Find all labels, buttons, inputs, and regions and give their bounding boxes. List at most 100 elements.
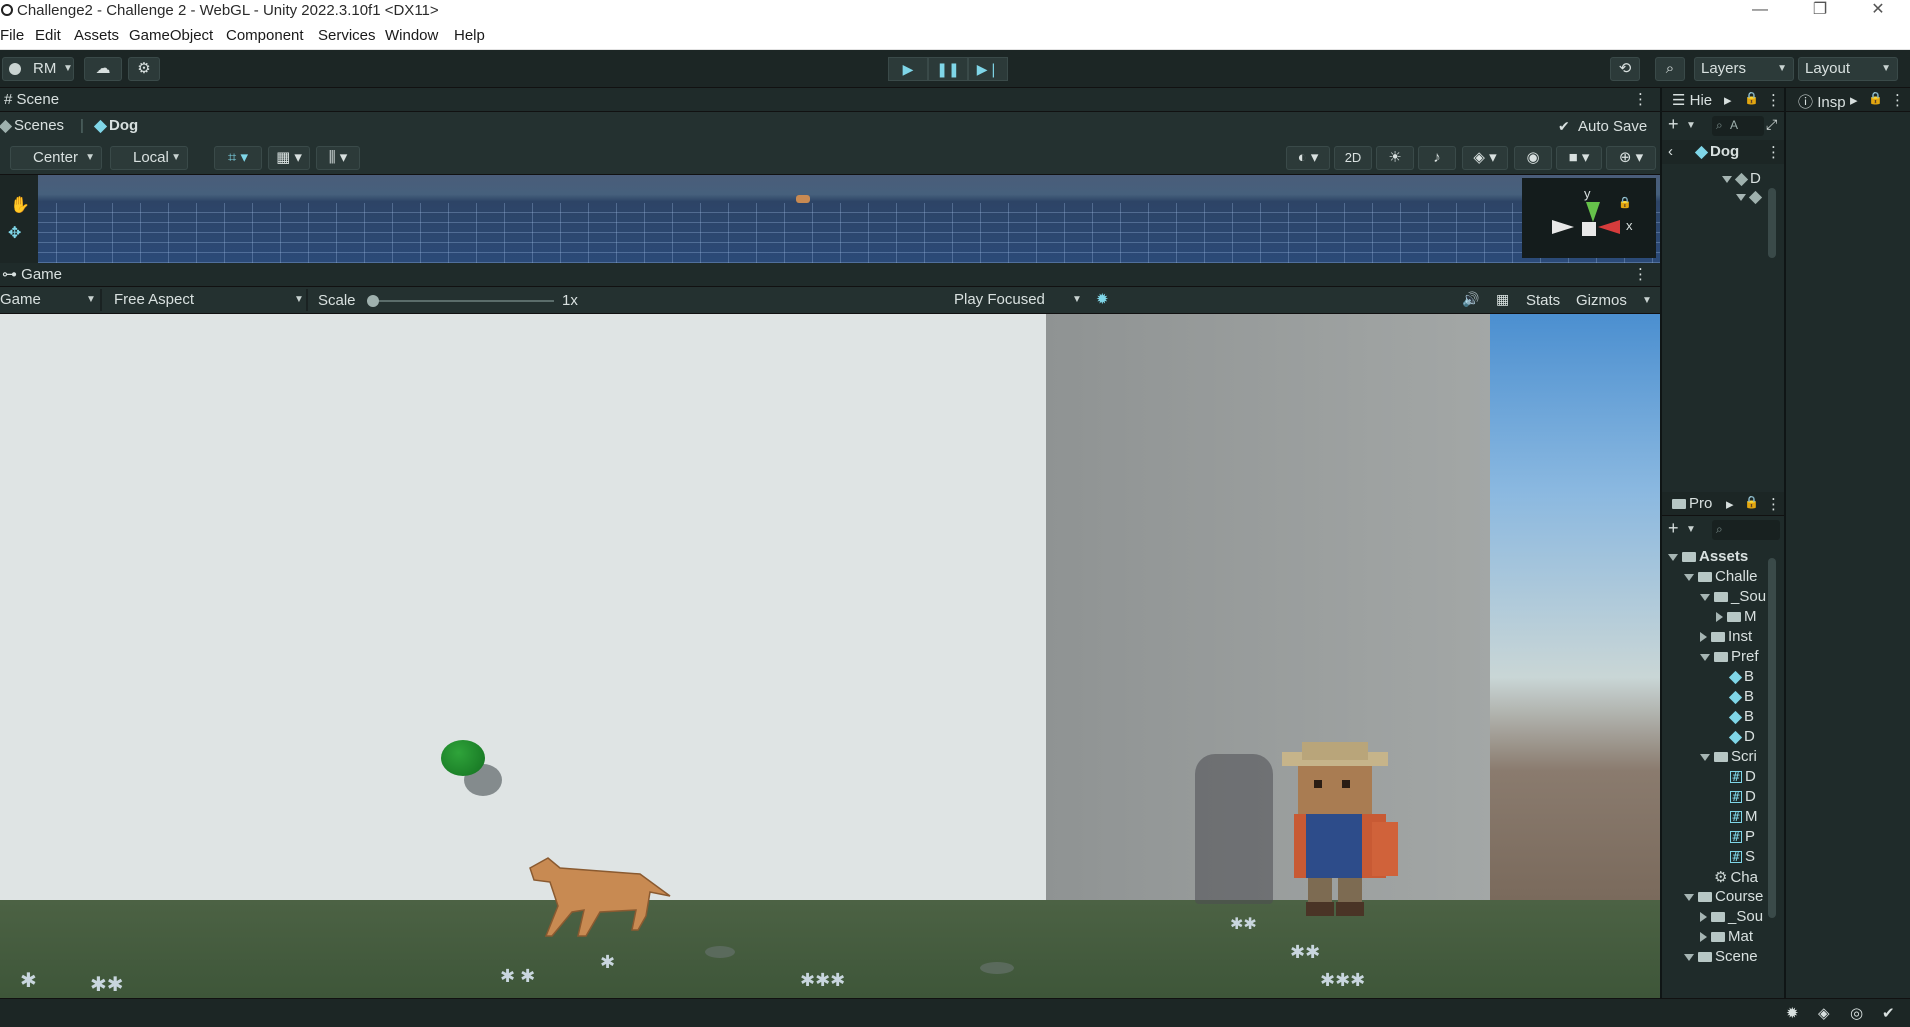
cache-icon[interactable]: ◎ [1850, 1004, 1863, 1022]
increment-snap-button[interactable]: ⫼ ▾ [316, 146, 360, 170]
play-mode-dropdown[interactable]: Play Focused [954, 291, 1045, 308]
gizmos-button[interactable]: Gizmos [1576, 292, 1627, 309]
pivot-dropdown[interactable]: Center ▼ [10, 146, 102, 170]
green-ball[interactable] [441, 740, 485, 776]
hierarchy-item[interactable] [1736, 188, 1764, 205]
account-dropdown[interactable]: RM ▼ [2, 57, 74, 81]
scene-viewport[interactable]: ✋ ✥ [0, 175, 1660, 263]
tab-hierarchy[interactable]: ☰ Hie [1672, 91, 1712, 109]
tab-scene[interactable]: # Scene [4, 88, 59, 112]
dog-object[interactable] [796, 195, 810, 203]
project-item[interactable]: _Sou [1700, 588, 1766, 605]
pause-button[interactable]: ❚❚ [928, 57, 968, 81]
gizmo-neg-x-axis[interactable] [1552, 220, 1574, 234]
menu-edit[interactable]: Edit [35, 27, 61, 44]
project-scrollbar[interactable] [1768, 558, 1776, 918]
breadcrumb-root[interactable]: Scenes [0, 117, 64, 134]
project-item[interactable]: B [1716, 668, 1754, 685]
camera-button[interactable]: ■ ▾ [1556, 146, 1602, 170]
grid-stats-icon[interactable]: ▦ [1496, 291, 1509, 308]
space-dropdown[interactable]: Local ▼ [110, 146, 188, 170]
speaker-icon[interactable]: 🔊 [1462, 291, 1479, 308]
create-button[interactable]: + [1668, 518, 1679, 539]
gizmo-x-axis[interactable] [1598, 220, 1620, 234]
auto-save-checkbox[interactable]: ✔ [1558, 118, 1570, 135]
aspect-dropdown[interactable]: Free Aspect [114, 291, 194, 308]
layers-dropdown[interactable]: Layers ▼ [1694, 57, 1794, 81]
more-options-icon[interactable]: ⋮ [1633, 265, 1648, 283]
project-item[interactable]: # P [1716, 828, 1755, 845]
project-item[interactable]: # D [1716, 768, 1756, 785]
project-item[interactable]: Mat [1700, 928, 1753, 945]
tab-project[interactable]: Pro [1672, 495, 1712, 512]
chevron-right-icon[interactable]: ▸ [1850, 91, 1858, 109]
menu-gameobject[interactable]: GameObject [129, 27, 213, 44]
scale-slider-handle[interactable] [367, 295, 379, 307]
project-item[interactable]: # M [1716, 808, 1758, 825]
menu-assets[interactable]: Assets [74, 27, 119, 44]
hierarchy-item[interactable]: D [1722, 170, 1761, 187]
lock-icon[interactable]: 🔒 [1868, 91, 1883, 105]
breadcrumb-current[interactable]: Dog [93, 117, 138, 134]
hidden-objects-toggle[interactable]: ◉ [1514, 146, 1552, 170]
project-item[interactable]: ⚙ Cha [1700, 868, 1758, 886]
gizmo-center-cube[interactable] [1582, 222, 1596, 236]
lock-icon[interactable]: 🔒 [1744, 495, 1759, 509]
hierarchy-scrollbar[interactable] [1768, 188, 1776, 258]
layout-dropdown[interactable]: Layout ▼ [1798, 57, 1898, 81]
close-button[interactable]: ✕ [1858, 0, 1898, 22]
project-item[interactable]: Scri [1700, 748, 1757, 765]
hierarchy-search-input[interactable]: ⌕ A [1712, 116, 1764, 136]
search-button[interactable]: ⌕ [1655, 57, 1685, 81]
gizmo-y-axis[interactable] [1586, 202, 1600, 222]
more-options-icon[interactable]: ⋮ [1633, 90, 1648, 108]
stats-button[interactable]: Stats [1526, 292, 1560, 309]
chevron-right-icon[interactable]: ▸ [1726, 495, 1734, 513]
game-viewport[interactable]: ✱ ✱✱ ✱ ✱ ✱ ✱✱✱ ✱✱ ✱✱ ✱✱✱ [0, 314, 1660, 998]
collab-button[interactable]: ⚙ [128, 57, 160, 81]
menu-help[interactable]: Help [454, 27, 485, 44]
project-item[interactable]: Inst [1700, 628, 1752, 645]
project-item[interactable]: D [1716, 728, 1755, 745]
layers-icon[interactable]: ◈ [1818, 1004, 1830, 1022]
more-options-icon[interactable]: ⋮ [1766, 91, 1781, 109]
lighting-toggle[interactable]: ☀ [1376, 146, 1414, 170]
step-button[interactable]: ▶❘ [968, 57, 1008, 81]
2d-toggle[interactable]: 2D [1334, 146, 1372, 170]
debug-icon[interactable]: ✹ [1786, 1004, 1799, 1022]
cloud-button[interactable]: ☁ [84, 57, 122, 81]
check-icon[interactable]: ✔ [1882, 1004, 1895, 1022]
maximize-button[interactable]: ❐ [1800, 0, 1840, 22]
display-dropdown[interactable]: Game [0, 291, 41, 308]
project-item[interactable]: # D [1716, 788, 1756, 805]
menu-component[interactable]: Component [226, 27, 304, 44]
project-item[interactable]: _Sou [1700, 908, 1763, 925]
project-item[interactable]: B [1716, 688, 1754, 705]
bug-icon[interactable]: ✹ [1096, 290, 1109, 308]
play-button[interactable]: ▶ [888, 57, 928, 81]
project-item[interactable]: Pref [1700, 648, 1759, 665]
effects-button[interactable]: ◈ ▾ [1462, 146, 1508, 170]
audio-toggle[interactable]: ♪ [1418, 146, 1456, 170]
chevron-right-icon[interactable]: ▸ [1724, 91, 1732, 109]
scene-visibility-icon[interactable]: ⤢ [1766, 116, 1777, 133]
back-arrow-icon[interactable]: ‹ [1668, 143, 1673, 160]
project-search-input[interactable]: ⌕ [1712, 520, 1780, 540]
menu-file[interactable]: File [0, 27, 24, 44]
add-button[interactable]: + [1668, 114, 1679, 135]
grid-snap-button[interactable]: ⌗ ▾ [214, 146, 262, 170]
gizmos-scene-button[interactable]: ⊕ ▾ [1606, 146, 1656, 170]
project-item[interactable]: Course [1684, 888, 1763, 905]
minimize-button[interactable]: — [1740, 0, 1780, 22]
move-tool-icon[interactable]: ✥ [8, 223, 21, 243]
draw-mode-button[interactable]: ◐ ▾ [1286, 146, 1330, 170]
grid-visibility-button[interactable]: ▦ ▾ [268, 146, 310, 170]
tab-inspector[interactable]: ⓘ Insp [1798, 91, 1846, 112]
dog-character[interactable] [520, 840, 680, 940]
scale-slider-track[interactable] [368, 300, 554, 302]
tab-game[interactable]: ⊶ Game [2, 263, 62, 287]
history-button[interactable]: ⟲ [1610, 57, 1640, 81]
project-item[interactable]: Scene [1684, 948, 1758, 965]
farmer-character[interactable] [1272, 742, 1402, 922]
hand-tool-icon[interactable]: ✋ [10, 195, 30, 215]
